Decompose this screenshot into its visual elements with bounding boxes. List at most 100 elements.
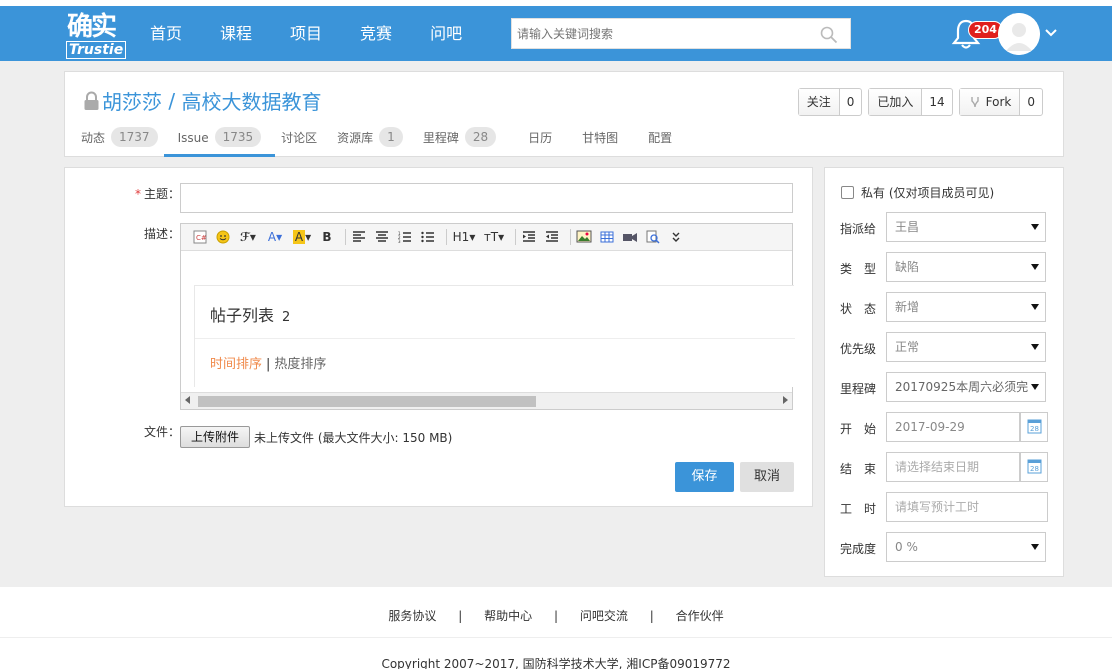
toolbar-separator (345, 229, 346, 245)
sort-by-time-link[interactable]: 时间排序 (210, 357, 262, 372)
project-name[interactable]: 高校大数据教育 (181, 86, 321, 115)
fork-button[interactable]: Fork (959, 89, 1021, 115)
media-icon[interactable] (621, 228, 639, 246)
font-color-letter: A (267, 230, 277, 244)
field-label: 类 型 (840, 262, 877, 276)
toolbar-separator (446, 229, 447, 245)
type-select[interactable]: 缺陷 (886, 252, 1046, 282)
watch-button[interactable]: 关注 (798, 89, 840, 115)
horizontal-scrollbar[interactable] (181, 392, 792, 409)
nav-home[interactable]: 首页 (150, 6, 182, 61)
nav-contests[interactable]: 竞赛 (360, 6, 392, 61)
sort-by-popularity-link[interactable]: 热度排序 (274, 357, 326, 372)
tab-activity[interactable]: 动态 1737 (81, 127, 158, 157)
required-mark: * (134, 187, 141, 201)
status-select[interactable]: 新增 (886, 292, 1046, 322)
table-icon[interactable] (598, 228, 616, 246)
assignee-select[interactable]: 王昌 (886, 212, 1046, 242)
status-field: 状 态 新增 (840, 292, 1050, 322)
colon: ： (167, 425, 180, 439)
scroll-left-arrow-icon[interactable] (185, 396, 190, 404)
highlight-icon[interactable]: A ▾ (291, 228, 313, 246)
hours-field: 工 时 请填写预计工时 (840, 492, 1050, 522)
more-icon[interactable] (667, 228, 685, 246)
private-label: 私有 (仅对项目成员可见) (861, 186, 995, 200)
post-list-title-text: 帖子列表 (210, 306, 275, 325)
chevron-down-icon[interactable] (1044, 28, 1058, 38)
nav-courses[interactable]: 课程 (220, 6, 252, 61)
field-value: 正常 (895, 340, 920, 354)
font-family-icon[interactable]: ℱ▾ (237, 228, 259, 246)
tab-gantt[interactable]: 甘特图 (582, 127, 618, 157)
tab-settings[interactable]: 配置 (648, 127, 672, 157)
watch-count: 0 (846, 95, 855, 109)
ordered-list-icon[interactable]: 123 (396, 228, 414, 246)
hours-input[interactable]: 请填写预计工时 (886, 492, 1048, 522)
rich-text-editor[interactable]: C# ℱ▾ A ▾ A ▾ B 123 H1 ▾ тT ▾ 帖子列表 2 时间排… (180, 223, 795, 410)
private-checkbox[interactable] (841, 186, 854, 199)
footer-link-forum[interactable]: 问吧交流 (580, 609, 628, 623)
toolbar-separator (570, 229, 571, 245)
avatar[interactable] (998, 13, 1040, 55)
completion-field: 完成度 0 % (840, 532, 1050, 562)
site-logo[interactable]: 确实 Trustie (64, 12, 127, 60)
preview-icon[interactable] (644, 228, 662, 246)
scrollbar-thumb[interactable] (198, 396, 536, 407)
fork-icon (970, 97, 979, 108)
subject-input[interactable] (180, 183, 793, 213)
scroll-right-arrow-icon[interactable] (783, 396, 788, 404)
copyright: Copyright 2007~2017, 国防科学技术大学, 湘ICP备0901… (381, 657, 731, 669)
emoji-icon[interactable] (214, 228, 232, 246)
description-label: 描述： (125, 225, 180, 242)
search-box (511, 18, 851, 49)
footer-link-terms[interactable]: 服务协议 (388, 609, 436, 623)
field-value: 20170925本周六必须完 (895, 380, 1029, 394)
field-label: 里程碑 (840, 382, 877, 396)
tab-label: 配置 (648, 131, 673, 145)
field-label: 开 始 (840, 422, 877, 436)
tab-issue[interactable]: Issue 1735 (163, 127, 276, 157)
tab-calendar[interactable]: 日历 (528, 127, 552, 157)
field-value: 2017-09-29 (895, 420, 965, 434)
calendar-icon[interactable]: 28 (1020, 412, 1048, 442)
heading-icon[interactable]: H1 ▾ (451, 228, 477, 246)
joined-button[interactable]: 已加入 (869, 89, 923, 115)
code-icon[interactable]: C# (191, 228, 209, 246)
project-title: 胡莎莎 / 高校大数据教育 (83, 86, 321, 115)
nav-forum[interactable]: 问吧 (430, 6, 462, 61)
footer-link-partners[interactable]: 合作伙伴 (676, 609, 724, 623)
align-center-icon[interactable] (373, 228, 391, 246)
end-date-input[interactable]: 请选择结束日期 (886, 452, 1020, 482)
calendar-icon[interactable]: 28 (1020, 452, 1048, 482)
editor-content[interactable]: 帖子列表 2 时间排序 | 热度排序 (194, 285, 795, 387)
editor-toolbar: C# ℱ▾ A ▾ A ▾ B 123 H1 ▾ тT ▾ (181, 224, 792, 251)
search-input[interactable] (512, 19, 812, 48)
upload-attachment-button[interactable]: 上传附件 (180, 426, 251, 448)
toolbar-separator (515, 229, 516, 245)
outdent-icon[interactable] (543, 228, 561, 246)
private-option[interactable]: 私有 (仅对项目成员可见) (841, 184, 994, 201)
align-left-icon[interactable] (350, 228, 368, 246)
cancel-button[interactable]: 取消 (740, 462, 794, 492)
bold-icon[interactable]: B (318, 228, 336, 246)
start-date-input[interactable]: 2017-09-29 (886, 412, 1020, 442)
caret-down-icon (1031, 264, 1039, 270)
tab-count: 1735 (214, 127, 262, 147)
indent-icon[interactable] (520, 228, 538, 246)
tab-label: 甘特图 (582, 131, 619, 145)
nav-projects[interactable]: 项目 (290, 6, 322, 61)
footer-link-help[interactable]: 帮助中心 (484, 609, 532, 623)
project-owner[interactable]: 胡莎莎 (102, 86, 162, 115)
milestone-select[interactable]: 20170925本周六必须完 (886, 372, 1046, 402)
priority-select[interactable]: 正常 (886, 332, 1046, 362)
text-size-icon[interactable]: тT ▾ (482, 228, 506, 246)
bullet-list-icon[interactable] (419, 228, 437, 246)
search-icon[interactable] (820, 26, 838, 44)
font-color-icon[interactable]: A ▾ (264, 228, 286, 246)
tab-milestones[interactable]: 里程碑 28 (423, 127, 497, 157)
tab-resources[interactable]: 资源库 1 (337, 127, 403, 157)
image-icon[interactable] (575, 228, 593, 246)
tab-discussion[interactable]: 讨论区 (281, 127, 317, 157)
completion-select[interactable]: 0 % (886, 532, 1046, 562)
save-button[interactable]: 保存 (675, 462, 734, 492)
